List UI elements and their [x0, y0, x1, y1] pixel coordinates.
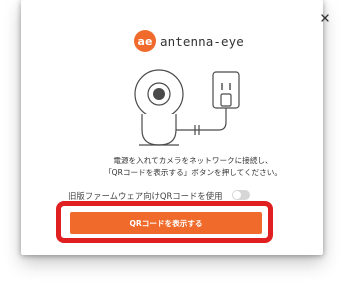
- brand: ae antenna-eye: [134, 30, 244, 52]
- instruction-line-1: 電源を入れてカメラをネットワークに接続し、: [113, 156, 273, 165]
- screen: ae antenna-eye 電源を入れてカメラをネットワークに接続し、 「QR…: [0, 0, 351, 295]
- camera-illustration-icon: [134, 69, 240, 146]
- close-icon: [321, 14, 329, 22]
- power-outlet-icon: [212, 71, 240, 109]
- logo-text: ae: [138, 35, 153, 48]
- instruction-line-2: 「QRコードを表示する」ボタンを押してください。: [104, 168, 282, 177]
- legacy-firmware-toggle[interactable]: [232, 190, 250, 200]
- toggle-knob: [233, 191, 241, 199]
- show-qr-code-button[interactable]: QRコードを表示する: [70, 212, 262, 234]
- instruction-text: 電源を入れてカメラをネットワークに接続し、 「QRコードを表示する」ボタンを押し…: [73, 155, 313, 179]
- antenna-eye-logo: ae: [134, 30, 156, 52]
- brand-name: antenna-eye: [160, 33, 244, 49]
- close-button[interactable]: [317, 10, 333, 26]
